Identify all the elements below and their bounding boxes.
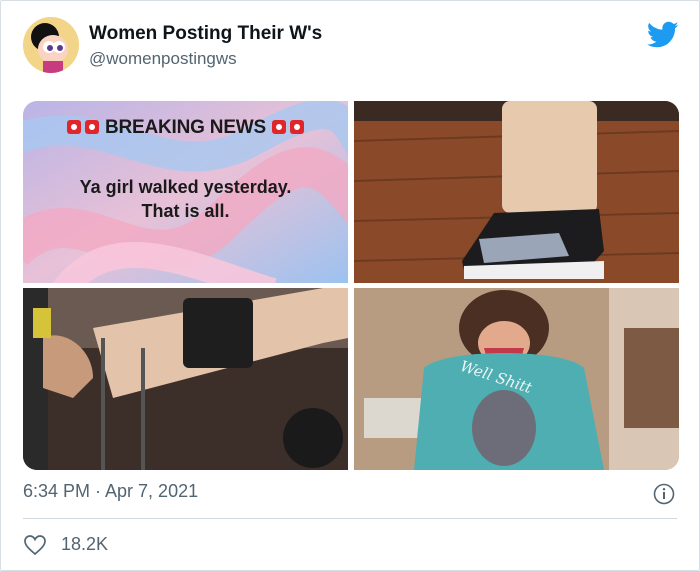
breaking-news-title: BREAKING NEWS (104, 117, 266, 138)
twitter-bird-icon[interactable] (646, 21, 679, 49)
like-count: 18.2K (61, 534, 109, 554)
author-handle[interactable]: @womenpostingws (89, 49, 237, 69)
siren-emoji-icon (272, 120, 287, 134)
author-name[interactable]: Women Posting Their W's (89, 23, 322, 45)
media-breaking-news[interactable]: BREAKING NEWS Ya girl walked yesterday. … (23, 101, 348, 283)
media-prosthetic-leg-shoe[interactable] (354, 101, 679, 283)
breaking-news-text: Ya girl walked yesterday. That is all. (23, 175, 348, 223)
author-avatar[interactable] (23, 17, 79, 73)
breaking-news-line-1: Ya girl walked yesterday. (79, 177, 292, 197)
breaking-news-line-2: That is all. (141, 201, 230, 221)
siren-emoji-icon (84, 120, 99, 134)
heart-icon[interactable] (23, 534, 47, 556)
media-grid: BREAKING NEWS Ya girl walked yesterday. … (23, 101, 679, 470)
media-woman-shirt[interactable]: Well Shitt (354, 288, 679, 470)
siren-emoji-icon (66, 120, 81, 134)
tweet-timestamp[interactable]: 6:34 PM · Apr 7, 2021 (23, 481, 198, 502)
siren-emoji-icon (290, 120, 305, 134)
media-prosthetic-leg-hand[interactable] (23, 288, 348, 470)
info-icon[interactable] (653, 483, 675, 505)
divider (23, 518, 677, 519)
tweet-card: Women Posting Their W's @womenpostingws (0, 0, 700, 571)
breaking-news-heading: BREAKING NEWS (23, 117, 348, 139)
tweet-header: Women Posting Their W's @womenpostingws (23, 17, 679, 77)
